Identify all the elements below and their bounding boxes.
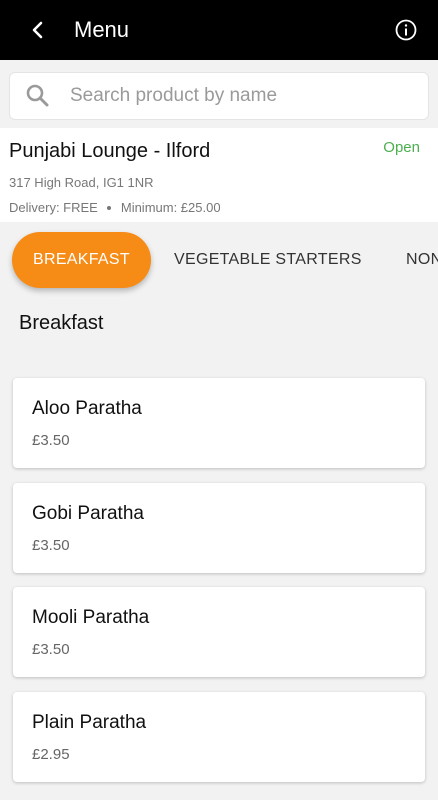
- info-button[interactable]: [382, 0, 430, 60]
- chevron-left-icon: [32, 21, 43, 39]
- page-title: Menu: [74, 17, 130, 42]
- store-address: 317 High Road, IG1 1NR: [9, 175, 154, 190]
- product-name: Aloo Paratha: [32, 398, 142, 419]
- product-name: Plain Paratha: [32, 712, 147, 733]
- product-name: Mooli Paratha: [32, 607, 150, 628]
- separator-dot: [106, 205, 111, 210]
- category-tabs: BREAKFAST VEGETABLE STARTERS NON: [0, 222, 438, 298]
- minimum-order: Minimum: £25.00: [120, 200, 221, 215]
- section-title: Breakfast: [19, 312, 104, 334]
- product-name: Gobi Paratha: [32, 503, 144, 524]
- delivery-fee: Delivery: FREE: [9, 200, 98, 215]
- store-info: Punjabi Lounge - Ilford Open 317 High Ro…: [0, 128, 438, 222]
- product-price: £3.50: [32, 641, 70, 658]
- tab-vegetable-starters[interactable]: VEGETABLE STARTERS: [174, 232, 362, 288]
- store-name: Punjabi Lounge - Ilford: [9, 140, 211, 162]
- info-icon: [395, 19, 417, 41]
- product-card[interactable]: Gobi Paratha £3.50: [13, 483, 425, 573]
- product-price: £3.50: [32, 537, 70, 554]
- product-price: £3.50: [32, 432, 70, 449]
- product-card[interactable]: Aloo Paratha £3.50: [13, 378, 425, 468]
- app-bar: Menu: [0, 0, 438, 60]
- back-button[interactable]: [10, 0, 66, 60]
- tab-breakfast[interactable]: BREAKFAST: [12, 232, 151, 288]
- search-bar: [9, 72, 429, 120]
- product-card[interactable]: Plain Paratha £2.95: [13, 692, 425, 782]
- product-card[interactable]: Mooli Paratha £3.50: [13, 587, 425, 677]
- search-icon: [26, 84, 49, 107]
- tab-non[interactable]: NON: [406, 232, 438, 288]
- search-input[interactable]: [70, 85, 428, 107]
- product-price: £2.95: [32, 746, 70, 763]
- store-delivery-info: Delivery: FREE Minimum: £25.00: [9, 200, 429, 215]
- store-status-badge: Open: [383, 139, 420, 156]
